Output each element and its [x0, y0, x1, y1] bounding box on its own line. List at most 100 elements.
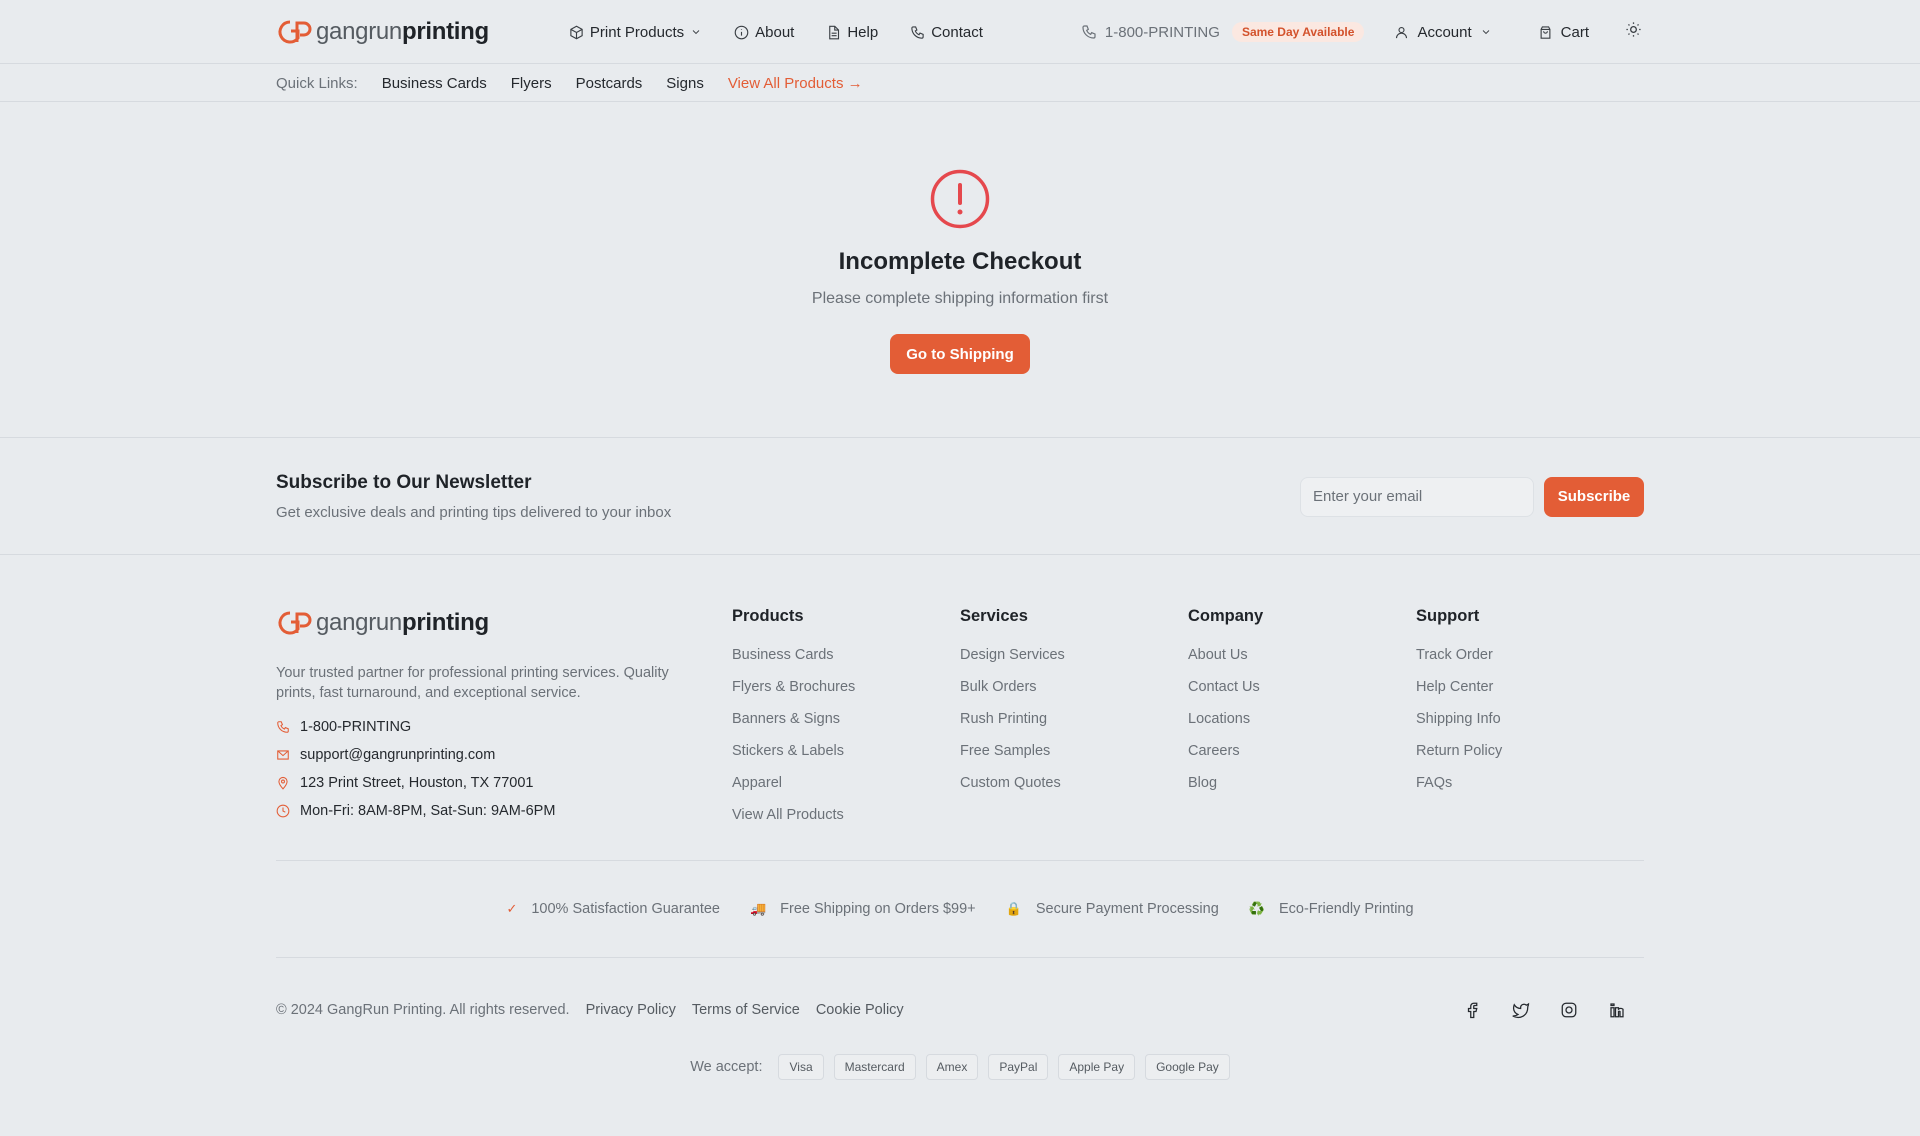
facebook-icon[interactable]: [1464, 1001, 1482, 1019]
quick-link-flyers[interactable]: Flyers: [511, 75, 552, 92]
page-subtitle: Please complete shipping information fir…: [811, 290, 1109, 307]
account-label: Account: [1417, 23, 1472, 41]
map-pin-icon: [278, 776, 288, 790]
footer-link[interactable]: Shipping Info: [1416, 711, 1644, 743]
mail-icon: [277, 750, 289, 760]
footer-link[interactable]: Locations: [1188, 711, 1416, 743]
copyright: © 2024 GangRun Printing. All rights rese…: [276, 1002, 570, 1018]
quick-link-signs[interactable]: Signs: [666, 75, 704, 92]
page-title: Incomplete Checkout: [838, 248, 1082, 275]
payment-chip-google-pay: Google Pay: [1145, 1054, 1230, 1080]
newsletter-section: Subscribe to Our Newsletter Get exclusiv…: [0, 438, 1920, 555]
nav-contact[interactable]: Contact: [910, 24, 983, 41]
twitter-icon[interactable]: [1512, 1001, 1530, 1019]
footer-logo[interactable]: gangrunprinting: [276, 607, 732, 639]
quick-link-view-all[interactable]: View All Products →: [728, 75, 863, 92]
payment-chip-amex: Amex: [925, 1054, 979, 1080]
footer-hours: Mon-Fri: 8AM-8PM, Sat-Sun: 9AM-6PM: [276, 797, 732, 825]
logo-mark-icon: [278, 611, 312, 635]
phone-icon: [911, 25, 924, 39]
phone-number: 1-800-PRINTING: [1104, 23, 1220, 41]
footer-link[interactable]: Bulk Orders: [960, 679, 1188, 711]
payment-chip-apple-pay: Apple Pay: [1058, 1054, 1136, 1080]
quick-links-bar: Quick Links: Business Cards Flyers Postc…: [0, 64, 1920, 102]
site-header: gangrunprinting Print Products About Hel…: [0, 0, 1920, 64]
footer-phone[interactable]: 1-800-PRINTING: [276, 713, 732, 741]
nav-about[interactable]: About: [734, 24, 794, 41]
linkedin-icon[interactable]: [1608, 1001, 1626, 1019]
checkout-error-panel: Incomplete Checkout Please complete ship…: [0, 102, 1920, 438]
footer-link[interactable]: Stickers & Labels: [732, 743, 960, 775]
cookie-policy-link[interactable]: Cookie Policy: [816, 1002, 904, 1018]
lock-icon: 🔒: [1005, 901, 1022, 916]
trust-badge: ✓ 100% Satisfaction Guarantee: [506, 901, 720, 917]
footer-link[interactable]: Flyers & Brochures: [732, 679, 960, 711]
info-icon: [734, 25, 749, 39]
social-links: [1464, 1001, 1626, 1019]
sun-icon: [1626, 22, 1641, 37]
cart-button[interactable]: Cart: [1538, 24, 1589, 41]
theme-toggle[interactable]: [1625, 21, 1642, 43]
chevron-down-icon: [692, 30, 700, 35]
footer-col-products: Products Business Cards Flyers & Brochur…: [732, 607, 960, 860]
footer-link[interactable]: View All Products: [732, 807, 960, 839]
logo-text-bold: printing: [401, 609, 489, 636]
trust-badges: ✓ 100% Satisfaction Guarantee 🚚 Free Shi…: [276, 861, 1644, 958]
footer-col-title: Support: [1416, 607, 1480, 625]
footer-col-title: Company: [1188, 607, 1264, 625]
footer-brand: gangrunprinting Your trusted partner for…: [276, 607, 732, 860]
main-nav: Print Products About Help Contact: [569, 24, 1015, 41]
footer-link[interactable]: Rush Printing: [960, 711, 1188, 743]
nav-label: Contact: [931, 23, 983, 41]
footer-link[interactable]: FAQs: [1416, 775, 1644, 807]
footer-link[interactable]: Apparel: [732, 775, 960, 807]
logo[interactable]: gangrunprinting: [276, 16, 489, 48]
logo-mark-icon: [278, 20, 312, 44]
payment-chip-mastercard: Mastercard: [833, 1054, 916, 1080]
footer-email[interactable]: support@gangrunprinting.com: [276, 741, 732, 769]
footer-link[interactable]: Careers: [1188, 743, 1416, 775]
footer-link[interactable]: Blog: [1188, 775, 1416, 807]
quick-link-postcards[interactable]: Postcards: [576, 75, 643, 92]
quick-link-business-cards[interactable]: Business Cards: [382, 75, 487, 92]
cart-label: Cart: [1560, 23, 1589, 41]
logo-text-bold: printing: [401, 18, 489, 45]
newsletter-subtitle: Get exclusive deals and printing tips de…: [276, 504, 672, 521]
footer-link[interactable]: Return Policy: [1416, 743, 1644, 775]
subscribe-button[interactable]: Subscribe: [1544, 476, 1644, 517]
instagram-icon[interactable]: [1560, 1001, 1578, 1019]
footer-link[interactable]: Contact Us: [1188, 679, 1416, 711]
footer-link[interactable]: Help Center: [1416, 679, 1644, 711]
payment-chip-visa: Visa: [778, 1054, 824, 1080]
footer-link[interactable]: Banners & Signs: [732, 711, 960, 743]
footer-link[interactable]: Track Order: [1416, 647, 1644, 679]
privacy-policy-link[interactable]: Privacy Policy: [586, 1002, 676, 1018]
footer-link[interactable]: Free Samples: [960, 743, 1188, 775]
trust-badge: ♻️ Eco-Friendly Printing: [1248, 901, 1414, 917]
go-to-shipping-button[interactable]: Go to Shipping: [890, 334, 1030, 374]
account-menu[interactable]: Account: [1394, 24, 1491, 41]
newsletter-form: Subscribe: [1300, 476, 1644, 517]
nav-label: Print Products: [589, 23, 685, 41]
footer-link[interactable]: About Us: [1188, 647, 1416, 679]
payment-chip-paypal: PayPal: [988, 1054, 1049, 1080]
footer-link[interactable]: Design Services: [960, 647, 1188, 679]
document-icon: [829, 25, 840, 39]
trust-badge: 🔒 Secure Payment Processing: [1005, 901, 1219, 917]
footer-link[interactable]: Business Cards: [732, 647, 960, 679]
terms-link[interactable]: Terms of Service: [692, 1002, 800, 1018]
nav-help[interactable]: Help: [826, 24, 878, 41]
clock-icon: [276, 804, 290, 818]
truck-icon: 🚚: [749, 901, 767, 916]
recycle-icon: ♻️: [1248, 901, 1265, 916]
footer-col-company: Company About Us Contact Us Locations Ca…: [1188, 607, 1416, 860]
logo-text-light: gangrun: [316, 609, 402, 636]
footer-link[interactable]: Custom Quotes: [960, 775, 1188, 807]
footer-col-support: Support Track Order Help Center Shipping…: [1416, 607, 1644, 860]
phone-icon: [277, 721, 289, 733]
nav-label: Help: [847, 23, 879, 41]
newsletter-email-input[interactable]: [1300, 476, 1534, 517]
nav-print-products[interactable]: Print Products: [569, 24, 702, 41]
alert-circle-icon: [930, 169, 990, 229]
header-phone[interactable]: 1-800-PRINTING: [1081, 24, 1220, 41]
